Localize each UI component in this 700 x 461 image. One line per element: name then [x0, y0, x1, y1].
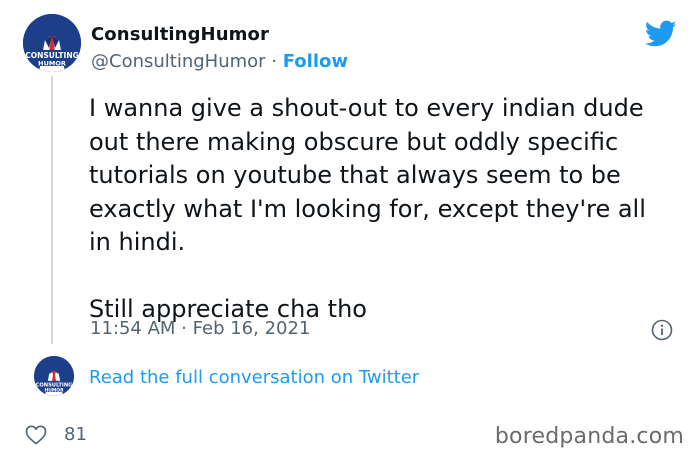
like-count: 81 — [64, 424, 87, 445]
author-avatar[interactable]: CONSULTING HUMOR — [23, 14, 81, 72]
tweet-card: CONSULTING HUMOR ConsultingHumor @Consul… — [0, 0, 700, 461]
follow-button[interactable]: Follow — [283, 51, 348, 72]
tweet-timestamp[interactable]: 11:54 AM · Feb 16, 2021 — [90, 318, 310, 339]
tweet-date: Feb 16, 2021 — [192, 318, 311, 339]
avatar-logo-small: CONSULTING HUMOR — [34, 356, 74, 396]
author-handle[interactable]: @ConsultingHumor — [91, 51, 266, 72]
info-icon[interactable] — [651, 319, 673, 341]
avatar-text-line2: HUMOR — [38, 60, 66, 68]
watermark: boredpanda.com — [494, 424, 684, 449]
handle-separator: · — [265, 51, 283, 72]
thread-line — [51, 76, 53, 344]
conversation-avatar[interactable]: CONSULTING HUMOR — [34, 356, 74, 396]
heart-icon[interactable] — [25, 425, 47, 445]
tweet-text-paragraph-1: I wanna give a shout-out to every indian… — [89, 94, 646, 256]
timestamp-separator: · — [175, 318, 193, 339]
avatar-small-text-line1: CONSULTING — [36, 382, 73, 388]
read-conversation-link[interactable]: Read the full conversation on Twitter — [89, 367, 419, 388]
tweet-body: I wanna give a shout-out to every indian… — [89, 92, 649, 326]
avatar-logo: CONSULTING HUMOR — [23, 14, 81, 72]
author-name[interactable]: ConsultingHumor — [91, 24, 269, 45]
avatar-small-text-line2: HUMOR — [44, 388, 64, 394]
author-handle-row: @ConsultingHumor · Follow — [91, 51, 348, 72]
tweet-time: 11:54 AM — [90, 318, 176, 339]
twitter-bird-icon[interactable] — [645, 20, 677, 48]
